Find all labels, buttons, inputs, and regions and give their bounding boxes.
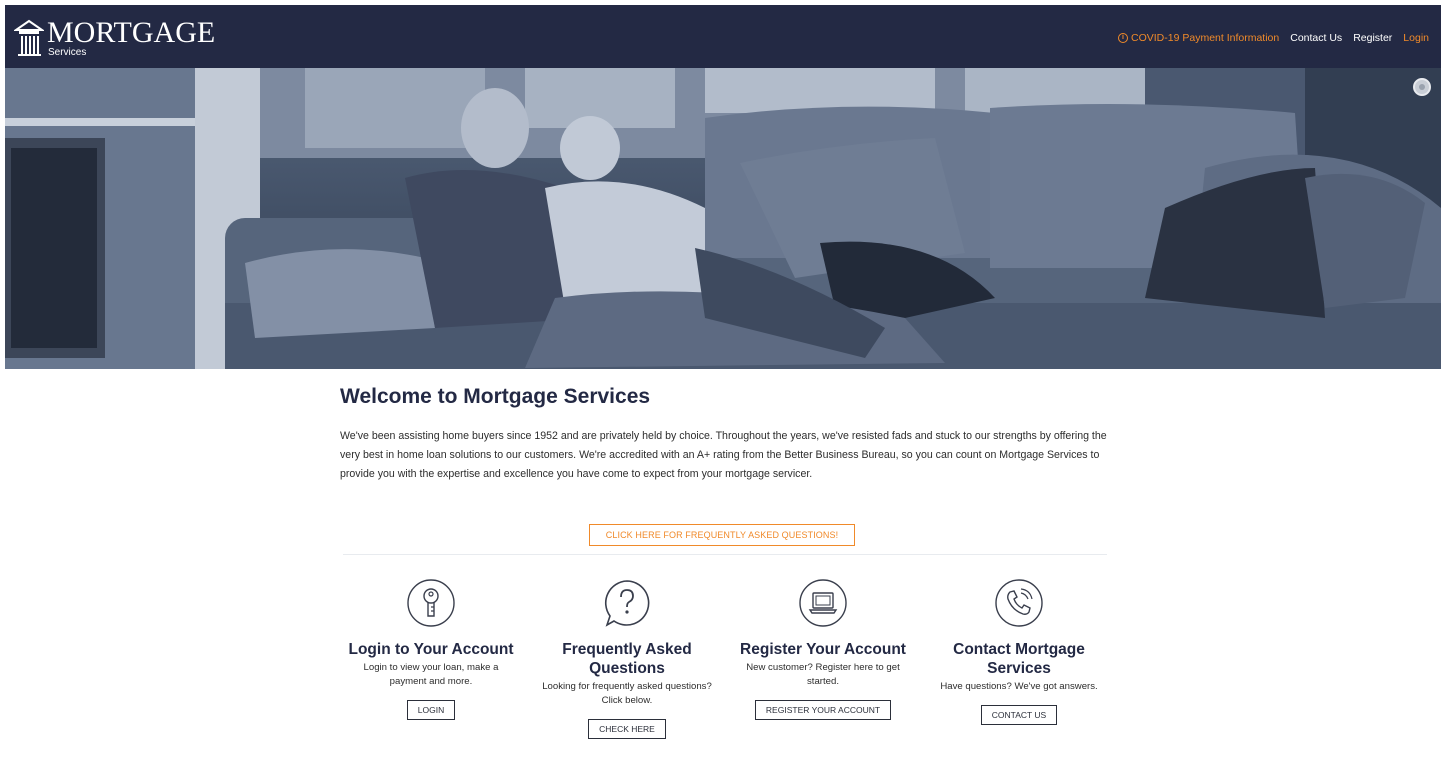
pillar-logo-icon: [14, 19, 44, 56]
login-button[interactable]: LOGIN: [406, 700, 456, 720]
check-here-button[interactable]: CHECK HERE: [588, 719, 666, 739]
info-icon: i: [1118, 33, 1129, 43]
hero-banner: [5, 68, 1441, 369]
phone-icon: [995, 579, 1043, 627]
welcome-paragraph: We've been assisting home buyers since 1…: [340, 430, 1107, 480]
contact-us-link[interactable]: Contact Us: [1290, 32, 1342, 44]
covid-info-label: COVID-19 Payment Information: [1131, 32, 1280, 44]
laptop-icon: [799, 579, 847, 627]
card-title: Frequently Asked Questions: [562, 641, 692, 677]
hero-couple-image: [5, 68, 1441, 369]
register-link[interactable]: Register: [1353, 32, 1392, 44]
faq-banner-button[interactable]: CLICK HERE FOR FREQUENTLY ASKED QUESTION…: [589, 524, 855, 546]
register-card: Register Your Account New customer? Regi…: [738, 578, 908, 720]
register-account-button[interactable]: REGISTER YOUR ACCOUNT: [754, 700, 892, 720]
key-icon: [407, 579, 455, 627]
slideshow-control-button[interactable]: [1413, 78, 1431, 96]
login-card: Login to Your Account Login to view your…: [346, 578, 516, 720]
card-description: Looking for frequently asked questions? …: [542, 681, 712, 706]
brand-logo[interactable]: MORTGAGE Services: [14, 18, 215, 62]
card-description: Have questions? We've got answers.: [940, 681, 1098, 692]
top-navigation: i COVID-19 Payment Information Contact U…: [1118, 32, 1429, 44]
site-header: MORTGAGE Services i COVID-19 Payment Inf…: [5, 5, 1441, 68]
card-title: Login to Your Account: [348, 641, 514, 658]
contact-card: Contact Mortgage Services Have questions…: [934, 578, 1104, 725]
brand-sub: Services: [48, 47, 87, 58]
card-title: Register Your Account: [740, 641, 906, 658]
covid-info-link[interactable]: i COVID-19 Payment Information: [1118, 32, 1279, 44]
faq-card: Frequently Asked Questions Looking for f…: [542, 578, 712, 739]
card-description: Login to view your loan, make a payment …: [363, 662, 499, 687]
question-bubble-icon: [604, 580, 650, 627]
contact-us-button[interactable]: CONTACT US: [980, 705, 1058, 725]
section-divider: [343, 554, 1107, 555]
card-title: Contact Mortgage Services: [953, 641, 1085, 677]
card-description: New customer? Register here to get start…: [746, 662, 900, 687]
login-link[interactable]: Login: [1403, 32, 1429, 44]
brand-name: MORTGAGE: [47, 16, 216, 49]
welcome-title: Welcome to Mortgage Services: [340, 385, 651, 408]
